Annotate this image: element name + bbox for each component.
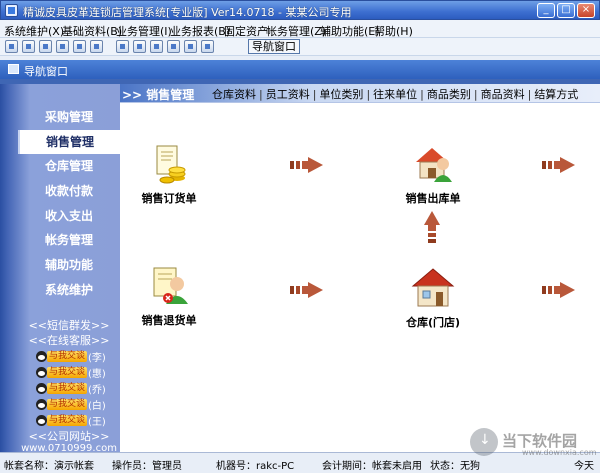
warehouse-icon bbox=[411, 268, 455, 307]
penguin-icon bbox=[36, 415, 47, 426]
chat-badge: 与我交谈 bbox=[47, 399, 88, 410]
sidebar: 采购管理 销售管理 仓库管理 收款付款 收入支出 帐务管理 辅助功能 系统维护 … bbox=[0, 84, 120, 452]
chat-badge: 与我交谈 bbox=[47, 415, 88, 426]
penguin-icon bbox=[36, 383, 47, 394]
flow-arrow-right-icon bbox=[542, 157, 575, 173]
download-icon bbox=[470, 428, 498, 456]
app-icon bbox=[5, 4, 18, 17]
maximize-button[interactable]: □ bbox=[557, 3, 575, 18]
qq-contact[interactable]: 与我交谈 (王) bbox=[36, 413, 106, 428]
status-machine: 机器号：rakc-PC bbox=[216, 461, 295, 472]
new-icon[interactable] bbox=[5, 40, 18, 53]
company-site-link[interactable]: <<公司网站>> bbox=[18, 428, 120, 444]
sidebar-item-warehouse[interactable]: 仓库管理 bbox=[18, 154, 120, 178]
nav-window-button[interactable]: 导航窗口 bbox=[248, 39, 300, 54]
support-link[interactable]: <<在线客服>> bbox=[18, 332, 120, 348]
qq-contact[interactable]: 与我交谈 (惠) bbox=[36, 365, 106, 380]
nav-window-title: 导航窗口 bbox=[24, 65, 68, 78]
title-bar: 精诚皮具皮革连锁店管理系统[专业版] Ver14.0718 - 某某公司专用 _… bbox=[0, 0, 600, 20]
copy-icon[interactable] bbox=[56, 40, 69, 53]
sms-link[interactable]: <<短信群发>> bbox=[18, 317, 120, 333]
penguin-icon bbox=[36, 351, 47, 362]
menu-accounts[interactable]: 帐务管理(Z) bbox=[266, 23, 326, 39]
list-icon[interactable] bbox=[22, 40, 35, 53]
flow-arrow-right-icon bbox=[542, 282, 575, 298]
window-icon bbox=[8, 64, 19, 74]
exit-icon[interactable] bbox=[201, 40, 214, 53]
main-panel: >> 销售管理 仓库资料 | 员工资料 | 单位类别 | 往来单位 | 商品类别 | 商品资料 | 结算… bbox=[120, 84, 600, 452]
menu-system[interactable]: 系统维护(X) bbox=[4, 23, 64, 39]
window-icon[interactable] bbox=[39, 40, 52, 53]
toolbar: 导航窗口 bbox=[0, 38, 600, 56]
return-staff-icon bbox=[153, 267, 188, 304]
link-settlement[interactable]: 结算方式 bbox=[534, 86, 578, 102]
minimize-button[interactable]: _ bbox=[537, 3, 555, 18]
users-icon[interactable] bbox=[116, 40, 129, 53]
warehouse-label: 仓库(门店) bbox=[405, 316, 461, 329]
sidebar-item-system[interactable]: 系统维护 bbox=[18, 278, 120, 302]
link-product-category[interactable]: 商品类别 bbox=[427, 86, 471, 102]
sidebar-item-accounts[interactable]: 帐务管理 bbox=[18, 228, 120, 252]
menu-reports[interactable]: 业务报表(B) bbox=[170, 23, 230, 39]
link-unit-category[interactable]: 单位类别 bbox=[319, 86, 363, 102]
status-day: 今天 bbox=[574, 461, 594, 472]
status-account: 帐套名称：演示帐套 bbox=[4, 461, 94, 472]
help-icon[interactable] bbox=[184, 40, 197, 53]
menu-help[interactable]: 帮助(H) bbox=[374, 23, 413, 39]
function-tabstrip: >> 销售管理 仓库资料 | 员工资料 | 单位类别 | 往来单位 | 商品类别 | 商品资料 | 结算… bbox=[120, 84, 600, 103]
menu-basic-data[interactable]: 基础资料(B) bbox=[62, 23, 122, 39]
menu-tools[interactable]: 辅助功能(E) bbox=[320, 23, 380, 39]
sidebar-item-tools[interactable]: 辅助功能 bbox=[18, 253, 120, 277]
chat-badge: 与我交谈 bbox=[47, 367, 88, 378]
quick-links: 仓库资料 | 员工资料 | 单位类别 | 往来单位 | 商品类别 | 商品资料 | 结算方式 bbox=[212, 86, 579, 102]
chat-badge: 与我交谈 bbox=[47, 351, 88, 362]
penguin-icon bbox=[36, 367, 47, 378]
print-icon[interactable] bbox=[167, 40, 180, 53]
status-operator: 操作员：管理员 bbox=[112, 461, 182, 472]
tab-sales[interactable]: >> 销售管理 bbox=[122, 86, 194, 103]
order-document-icon bbox=[156, 145, 186, 184]
sales-outbound-node[interactable]: 销售出库单 bbox=[388, 140, 478, 206]
link-warehouse-data[interactable]: 仓库资料 bbox=[212, 86, 256, 102]
user-icon[interactable] bbox=[90, 40, 103, 53]
flow-arrow-right-icon bbox=[290, 282, 323, 298]
menu-business[interactable]: 业务管理(I) bbox=[116, 23, 172, 39]
warehouse-node[interactable]: 仓库(门店) bbox=[388, 264, 478, 330]
sidebar-item-payments[interactable]: 收款付款 bbox=[18, 179, 120, 203]
window-title: 精诚皮具皮革连锁店管理系统[专业版] Ver14.0718 - 某某公司专用 bbox=[23, 6, 352, 19]
link-staff-data[interactable]: 员工资料 bbox=[266, 86, 310, 102]
flow-arrow-right-icon bbox=[290, 157, 323, 173]
status-period: 会计期间：帐套未启用 bbox=[322, 461, 422, 472]
flow-arrow-up-icon bbox=[424, 211, 440, 243]
sales-return-node[interactable]: 销售退货单 bbox=[124, 262, 214, 328]
watermark: 当下软件园 www.downxia.com bbox=[470, 428, 597, 458]
save-icon[interactable] bbox=[150, 40, 163, 53]
qq-contact[interactable]: 与我交谈 (乔) bbox=[36, 381, 106, 396]
company-url[interactable]: www.0710999.com bbox=[18, 443, 120, 452]
table-icon[interactable] bbox=[133, 40, 146, 53]
close-button[interactable]: × bbox=[577, 3, 595, 18]
qq-contact[interactable]: 与我交谈 (李) bbox=[36, 349, 106, 364]
outbound-staff-icon bbox=[416, 148, 452, 182]
qq-contact[interactable]: 与我交谈 (白) bbox=[36, 397, 106, 412]
status-state: 状态：无狗 bbox=[430, 461, 480, 472]
chat-badge: 与我交谈 bbox=[47, 383, 88, 394]
penguin-icon bbox=[36, 399, 47, 410]
edit-icon[interactable] bbox=[73, 40, 86, 53]
sales-order-node[interactable]: 销售订货单 bbox=[124, 142, 214, 206]
sales-outbound-label: 销售出库单 bbox=[405, 192, 461, 205]
sidebar-item-income[interactable]: 收入支出 bbox=[18, 204, 120, 228]
menu-bar: 系统维护(X) 基础资料(B) 业务管理(I) 业务报表(B) 固定资产 帐务管… bbox=[0, 20, 600, 38]
sales-return-label: 销售退货单 bbox=[141, 314, 197, 327]
link-product-data[interactable]: 商品资料 bbox=[481, 86, 525, 102]
link-partners[interactable]: 往来单位 bbox=[373, 86, 417, 102]
watermark-sub: www.downxia.com bbox=[522, 448, 597, 457]
sidebar-item-sales[interactable]: 销售管理 bbox=[18, 130, 120, 154]
nav-window-header: 导航窗口 bbox=[0, 60, 600, 79]
sidebar-item-purchase[interactable]: 采购管理 bbox=[18, 105, 120, 129]
sales-order-label: 销售订货单 bbox=[141, 192, 197, 205]
menu-fixed-assets[interactable]: 固定资产 bbox=[224, 23, 268, 39]
